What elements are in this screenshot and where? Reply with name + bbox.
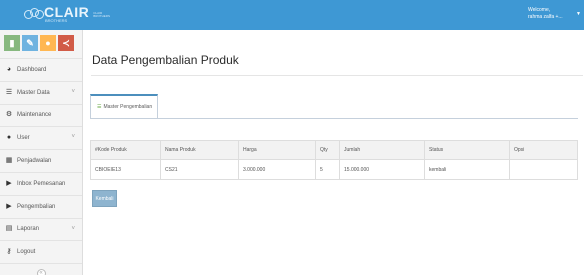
title-divider xyxy=(91,75,583,76)
sidebar-item-label: Inbox Pemesanan xyxy=(17,180,66,187)
chevron-down-icon: ˅ xyxy=(71,225,75,232)
sidebar-item-dashboard[interactable]: ◕ Dashboard xyxy=(0,59,82,82)
sidebar-shortcuts: ▮ ✎ ● ≺ xyxy=(0,30,82,59)
sidebar-item-inbox-pemesanan[interactable]: ▶ Inbox Pemesanan xyxy=(0,173,82,196)
logo-tagline: CLAIR BROTHERS xyxy=(93,10,110,18)
cell-nama-produk: CS21 xyxy=(160,159,239,180)
sidebar-item-label: Penjadwalan xyxy=(17,158,52,165)
table-row: CBIOEIE13 CS21 3.000.000 5 15.000.000 ke… xyxy=(90,159,578,180)
truck-icon: ▶ xyxy=(6,179,12,187)
share-icon[interactable]: ≺ xyxy=(58,35,74,51)
sidebar-item-label: Master Data xyxy=(17,89,50,96)
sidebar-item-label: Logout xyxy=(17,249,36,256)
caret-down-icon: ▼ xyxy=(576,11,581,17)
sidebar-item-label: Laporan xyxy=(17,226,40,233)
sidebar-item-pengembalian[interactable]: ▶ Pengembalian xyxy=(0,196,82,219)
table-icon: ▤ xyxy=(5,225,13,233)
sidebar-item-laporan[interactable]: ▤ Laporan ˅ xyxy=(0,219,82,242)
column-header[interactable]: Harga xyxy=(238,140,316,160)
sidebar: ▮ ✎ ● ≺ ◕ Dashboard ☰ Master Data ˅ ⚙ Ma… xyxy=(0,30,83,275)
key-icon: ⚷ xyxy=(6,248,12,256)
sidebar-item-label: User xyxy=(17,135,30,142)
cell-jumlah: 15.000.000 xyxy=(339,159,425,180)
sidebar-item-label: Pengembalian xyxy=(17,203,56,210)
sidebar-item-maintenance[interactable]: ⚙ Maintenance xyxy=(0,105,82,128)
cell-status: kembali xyxy=(424,159,510,180)
cell-qty: 5 xyxy=(315,159,340,180)
users-icon: ● xyxy=(6,134,12,142)
chart-icon[interactable]: ▮ xyxy=(4,35,20,51)
truck-icon: ▶ xyxy=(6,202,12,210)
dashboard-icon: ◕ xyxy=(6,65,12,73)
tab-master-pengembalian[interactable]: ☰ Master Pengembalian xyxy=(90,94,158,118)
sidebar-item-user[interactable]: ● User ˅ xyxy=(0,127,82,151)
returns-table: #Kode Produk Nama Produk Harga Qty Jumla… xyxy=(90,140,578,180)
top-navbar: CLAIR BROTHERS CLAIR BROTHERS Welcome, r… xyxy=(0,0,584,30)
list-icon: ☰ xyxy=(5,88,13,96)
cogs-icon: ⚙ xyxy=(5,111,13,119)
list-icon: ☰ xyxy=(97,104,102,110)
user-menu[interactable]: Welcome, rahma zalfa +... ▼ xyxy=(528,7,581,21)
table-header-row: #Kode Produk Nama Produk Harga Qty Jumla… xyxy=(90,140,578,160)
sidebar-collapse: « xyxy=(0,264,82,275)
cell-kode-produk: CBIOEIE13 xyxy=(90,159,161,180)
chevron-down-icon: ˅ xyxy=(71,134,75,141)
tab-label: Master Pengembalian xyxy=(103,104,153,110)
double-chevron-left-icon[interactable]: « xyxy=(36,268,46,275)
calendar-icon: ▦ xyxy=(5,157,13,165)
pencil-icon[interactable]: ✎ xyxy=(22,35,38,51)
tab-border xyxy=(90,118,578,119)
sidebar-item-label: Maintenance xyxy=(17,112,52,119)
column-header[interactable]: Jumlah xyxy=(339,140,425,160)
kembali-button[interactable]: Kembali xyxy=(92,190,117,207)
column-header[interactable]: Status xyxy=(424,140,510,160)
user-name: rahma zalfa +... xyxy=(528,14,563,20)
column-header[interactable]: Nama Produk xyxy=(160,140,239,160)
logo-text: CLAIR xyxy=(44,4,90,20)
users-icon[interactable]: ● xyxy=(40,35,56,51)
column-header[interactable]: Qty xyxy=(315,140,340,160)
welcome-label: Welcome, xyxy=(528,7,551,13)
sidebar-item-label: Dashboard xyxy=(17,66,47,73)
chevron-down-icon: ˅ xyxy=(71,88,75,95)
cell-opsi xyxy=(509,159,578,180)
logo-icon xyxy=(24,7,44,22)
sidebar-item-master-data[interactable]: ☰ Master Data ˅ xyxy=(0,82,82,105)
sidebar-item-logout[interactable]: ⚷ Logout xyxy=(0,241,82,265)
sidebar-item-penjadwalan[interactable]: ▦ Penjadwalan xyxy=(0,150,82,173)
page-title: Data Pengembalian Produk xyxy=(92,53,239,67)
column-header[interactable]: #Kode Produk xyxy=(90,140,161,160)
brand-logo[interactable]: CLAIR BROTHERS CLAIR BROTHERS xyxy=(24,4,110,23)
cell-harga: 3.000.000 xyxy=(238,159,316,180)
column-header[interactable]: Opsi xyxy=(509,140,578,160)
